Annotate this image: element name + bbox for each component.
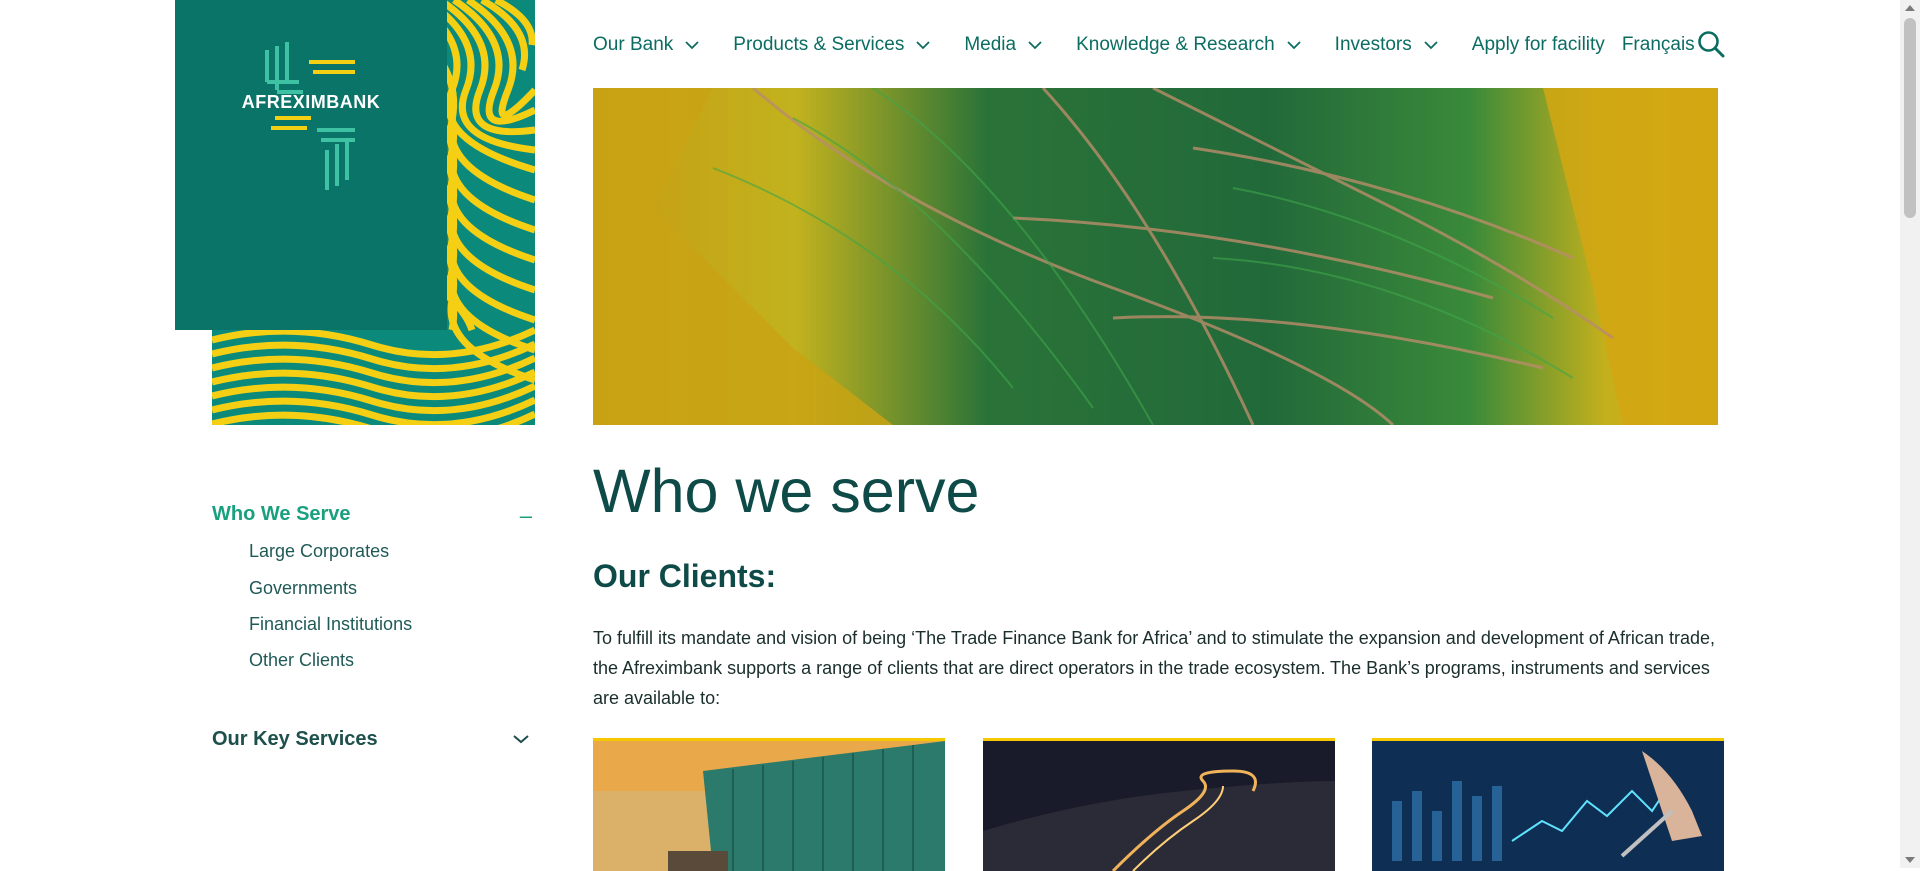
sidebar-section-who-we-serve[interactable]: Who We Serve – (212, 503, 532, 529)
section-title-our-clients: Our Clients: (593, 558, 777, 594)
nav-label: Français (1621, 34, 1695, 55)
scrollbar-thumb[interactable] (1904, 18, 1916, 218)
nav-item-apply-for-facility[interactable]: Apply for facility (1472, 34, 1605, 56)
sidebar-item-other-clients[interactable]: Other Clients (249, 650, 354, 671)
intro-paragraph: To fulfill its mandate and vision of bei… (593, 628, 1715, 708)
sidebar-section-our-key-services[interactable]: Our Key Services (212, 728, 532, 751)
chevron-down-icon (1287, 41, 1301, 50)
sidebar-item-governments[interactable]: Governments (249, 578, 357, 599)
nav-item-language-francais[interactable]: Français (1622, 34, 1695, 56)
brand-logo-block[interactable]: AFREXIMBANK (175, 0, 447, 330)
sidebar-section-title: Who We Serve (212, 503, 351, 525)
chevron-down-icon (1028, 41, 1042, 50)
nav-label: Knowledge & Research (1076, 34, 1275, 55)
hero-banner-image (593, 88, 1718, 425)
collapse-minus-icon[interactable]: – (520, 503, 532, 529)
nav-label: Our Bank (593, 34, 674, 55)
nav-item-our-bank[interactable]: Our Bank (593, 34, 699, 56)
client-card-image-night-road[interactable] (983, 738, 1335, 871)
chevron-down-icon (513, 735, 529, 744)
chevron-down-icon (1424, 41, 1438, 50)
sidebar-section-title: Our Key Services (212, 728, 378, 750)
scroll-down-arrow-icon[interactable] (1905, 857, 1915, 863)
main-navigation: Our Bank Products & Services Media Knowl… (593, 30, 1712, 60)
page-title: Who we serve (593, 457, 980, 525)
afreximbank-logo-mark-icon (265, 42, 355, 190)
aerial-farmland-image (593, 88, 1718, 425)
nav-label: Investors (1334, 34, 1412, 55)
nav-label: Products & Services (733, 34, 905, 55)
nav-item-investors[interactable]: Investors (1335, 34, 1438, 56)
vertical-scrollbar[interactable] (1900, 0, 1920, 868)
nav-item-media[interactable]: Media (964, 34, 1042, 56)
financial-chart-image (1372, 741, 1724, 871)
nav-label: Media (964, 34, 1017, 55)
night-road-lights-image (983, 741, 1335, 871)
chevron-down-icon (916, 41, 930, 50)
nav-item-knowledge-research[interactable]: Knowledge & Research (1076, 34, 1301, 56)
search-icon[interactable] (1697, 30, 1725, 58)
sidebar-item-financial-institutions[interactable]: Financial Institutions (249, 614, 412, 635)
scroll-up-arrow-icon[interactable] (1905, 5, 1915, 11)
client-card-image-financial-chart[interactable] (1372, 738, 1724, 871)
nav-label: Apply for facility (1471, 34, 1605, 55)
sidebar-item-large-corporates[interactable]: Large Corporates (249, 541, 389, 562)
shipping-container-image (593, 741, 945, 871)
client-card-image-container-truck[interactable] (593, 738, 945, 871)
brand-name: AFREXIMBANK (241, 92, 381, 112)
chevron-down-icon (685, 41, 699, 50)
nav-item-products-services[interactable]: Products & Services (733, 34, 930, 56)
